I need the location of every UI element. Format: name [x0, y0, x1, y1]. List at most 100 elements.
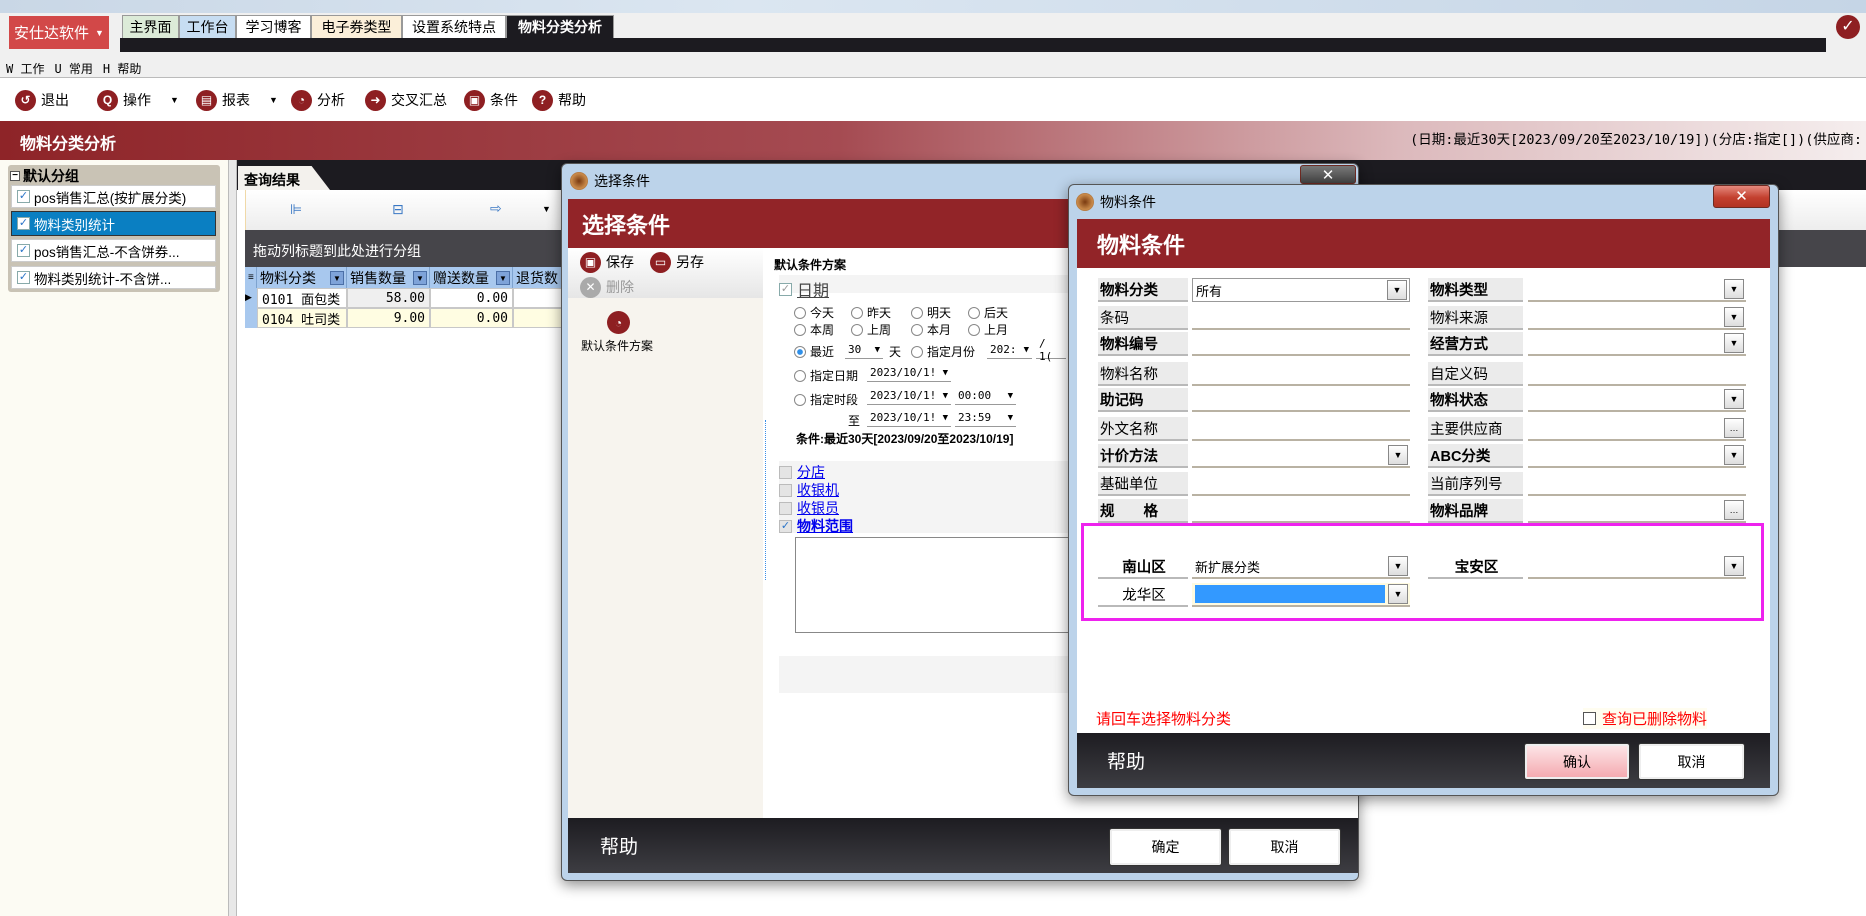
chevron-down-icon[interactable]: ▼ — [1724, 333, 1744, 353]
field-select[interactable]: ▼ — [1528, 444, 1746, 468]
table-cell[interactable]: 58.00 — [347, 288, 430, 308]
radio-month[interactable]: 指定月份 — [911, 343, 975, 360]
period-to-picker[interactable]: 2023/10/1! ▼ — [867, 409, 951, 427]
date-preset-radio[interactable]: 今天 — [794, 304, 834, 321]
chevron-down-icon[interactable]: ▼ — [269, 95, 278, 105]
date-preset-radio[interactable]: 本月 — [911, 321, 951, 338]
field-input[interactable] — [1192, 388, 1410, 412]
report-item[interactable]: ✓ 物料类别统计-不含饼... — [11, 266, 216, 289]
collapse-icon[interactable]: − — [10, 171, 20, 181]
ellipsis-icon[interactable]: … — [1724, 418, 1744, 438]
scheme-item[interactable]: 默认条件方案 — [581, 337, 653, 354]
menu-common[interactable]: U 常用 — [54, 60, 92, 77]
table-cell[interactable]: 0.00 — [430, 308, 513, 328]
date-preset-radio[interactable]: 后天 — [968, 304, 1008, 321]
field-input[interactable] — [1192, 306, 1410, 330]
table-cell[interactable]: 0104 吐司类 — [257, 308, 347, 328]
group-header[interactable]: − 默认分组 — [10, 166, 79, 186]
date-preset-radio[interactable]: 明天 — [911, 304, 951, 321]
filter-item[interactable]: 分店 — [779, 462, 825, 482]
column-header[interactable]: 物料分类 ▼ — [257, 267, 347, 288]
table-cell[interactable]: 0.00 — [430, 288, 513, 308]
field-input[interactable]: … — [1528, 417, 1746, 441]
date-preset-radio[interactable]: 上月 — [968, 321, 1008, 338]
field-select[interactable]: ▼ — [1192, 444, 1410, 468]
ok-button[interactable]: 确定 — [1109, 828, 1222, 866]
month-num-select[interactable]: / 1( — [1036, 337, 1066, 363]
field-input[interactable] — [1192, 499, 1410, 523]
module-tab[interactable]: 学习博客 — [236, 15, 311, 38]
field-input[interactable]: … — [1528, 499, 1746, 523]
date-toggle[interactable]: ✓ 日期 — [779, 277, 829, 301]
field-input[interactable] — [1192, 362, 1410, 386]
splitter[interactable] — [228, 160, 237, 916]
date-preset-radio[interactable]: 上周 — [851, 321, 891, 338]
field-select[interactable]: ▼ — [1528, 388, 1746, 412]
checkbox-checked-icon[interactable]: ✓ — [779, 519, 792, 533]
chevron-down-icon[interactable]: ▼ — [1724, 279, 1744, 299]
field-select[interactable]: ▼ — [1528, 332, 1746, 356]
export-icon[interactable]: ⇨ — [490, 200, 502, 217]
filter-item[interactable]: 收银机 — [779, 480, 839, 500]
chevron-down-icon[interactable]: ▼ — [1388, 556, 1408, 576]
report-item[interactable]: ✓ pos销售汇总(按扩展分类) — [11, 185, 216, 208]
period-from-picker[interactable]: 2023/10/1! ▼ — [867, 387, 951, 405]
checkbox-checked-icon[interactable]: ✓ — [17, 271, 30, 284]
report-button[interactable]: ▤ 报表 ▼ — [196, 88, 278, 112]
deleted-checkbox[interactable]: 查询已删除物料 — [1583, 708, 1708, 729]
spec-date-picker[interactable]: 2023/10/1! ▼ — [867, 364, 951, 382]
field-input[interactable] — [1192, 472, 1410, 496]
filter-link[interactable]: 分店 — [797, 462, 825, 482]
recent-days-select[interactable]: 30 ▼ — [845, 341, 883, 359]
longhua-select[interactable]: ▼ — [1192, 583, 1410, 607]
chevron-down-icon[interactable]: ▼ — [1724, 389, 1744, 409]
baoan-select[interactable]: ▼ — [1528, 555, 1746, 579]
confirm-button[interactable]: 确认 — [1524, 743, 1630, 780]
chevron-down-icon[interactable]: ▼ — [1388, 584, 1408, 604]
cancel-button[interactable]: 取消 — [1638, 743, 1745, 780]
delete-button[interactable]: ✕ 删除 — [580, 275, 634, 299]
field-input[interactable] — [1192, 332, 1410, 356]
row-selector[interactable] — [245, 308, 257, 328]
chevron-down-icon[interactable]: ▼ — [1724, 307, 1744, 327]
brand-menu-button[interactable]: 安仕达软件 ▼ — [9, 16, 109, 49]
operate-button[interactable]: Q 操作 ▼ — [97, 88, 179, 112]
chevron-down-icon[interactable]: ▼ — [1724, 445, 1744, 465]
module-tab[interactable]: 工作台 — [179, 15, 236, 38]
footer-help-link[interactable]: 帮助 — [600, 832, 638, 859]
field-input[interactable] — [1192, 417, 1410, 441]
checkbox-checked-icon[interactable]: ✓ — [17, 244, 30, 257]
scheme-pie-icon[interactable]: ◔ — [607, 311, 630, 334]
radio-spec-date[interactable]: 指定日期 — [794, 367, 858, 384]
expand-group-icon[interactable]: ⊫ — [290, 201, 302, 218]
radio-recent[interactable]: 最近 — [794, 343, 834, 360]
module-tab[interactable]: 设置系统特点 — [402, 15, 506, 38]
radio-period[interactable]: 指定时段 — [794, 391, 858, 408]
cancel-button[interactable]: 取消 — [1228, 828, 1341, 866]
checkbox-icon[interactable] — [779, 483, 792, 497]
check-icon[interactable]: ✓ — [1836, 15, 1860, 39]
filter-link[interactable]: 收银机 — [797, 480, 839, 500]
field-input[interactable] — [1528, 472, 1746, 496]
checkbox-icon[interactable] — [779, 465, 792, 479]
save-as-button[interactable]: ▭ 另存 — [650, 250, 704, 274]
module-tab[interactable]: 主界面 — [122, 15, 179, 38]
condition-button[interactable]: ▣ 条件 — [464, 88, 518, 112]
footer-help-link[interactable]: 帮助 — [1107, 747, 1145, 774]
checkbox-checked-icon[interactable]: ✓ — [17, 190, 30, 203]
module-tab[interactable]: 物料分类分析 — [506, 15, 614, 38]
chevron-down-icon[interactable]: ▼ — [170, 95, 179, 105]
close-button[interactable]: ✕ — [1713, 185, 1770, 208]
ellipsis-icon[interactable]: … — [1724, 500, 1744, 520]
checkbox-icon[interactable] — [1583, 712, 1596, 725]
help-button[interactable]: ? 帮助 — [532, 88, 586, 112]
chevron-down-icon[interactable]: ▼ — [1388, 445, 1408, 465]
checkbox-checked-icon[interactable]: ✓ — [17, 217, 30, 230]
report-item-selected[interactable]: ✓ 物料类别统计 — [11, 211, 216, 236]
checkbox-checked-icon[interactable]: ✓ — [779, 282, 792, 296]
pane-splitter[interactable] — [765, 420, 768, 580]
table-cell[interactable]: 0101 面包类 — [257, 288, 347, 308]
nanshan-select[interactable]: 新扩展分类 ▼ — [1192, 555, 1410, 579]
column-header[interactable]: 销售数量 ▼ — [347, 267, 430, 288]
chevron-down-icon[interactable]: ▼ — [542, 204, 551, 214]
